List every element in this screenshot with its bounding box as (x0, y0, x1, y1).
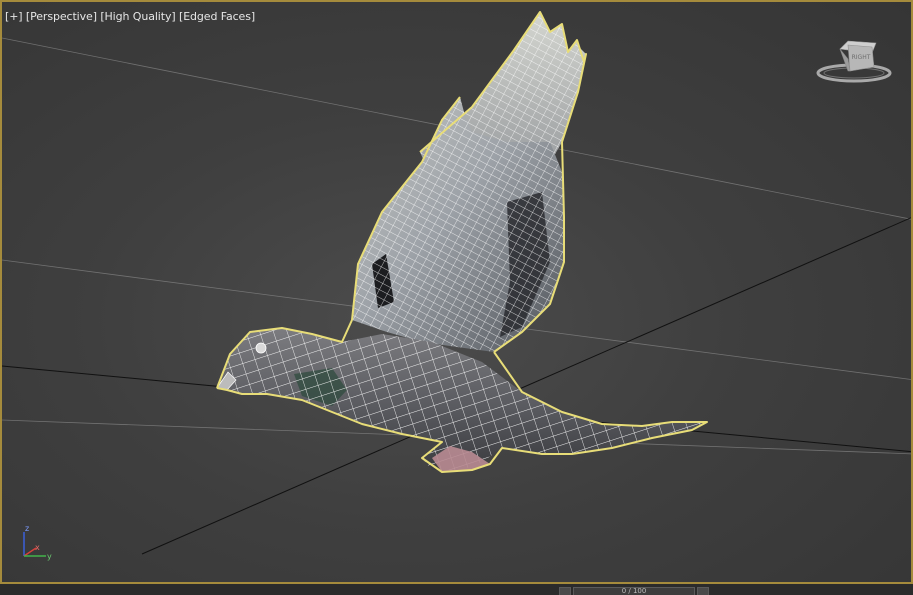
time-slider-bar: 0 / 100 (0, 584, 913, 595)
viewport-shading-menu[interactable]: [High Quality] (100, 10, 175, 23)
y-axis-label: y (47, 552, 52, 561)
viewport-display-mode-menu[interactable]: [Edged Faces] (179, 10, 255, 23)
viewcube-face-label: RIGHT (852, 54, 871, 61)
x-axis-label: x (35, 543, 40, 552)
viewcube[interactable]: RIGHT (814, 37, 898, 89)
viewport-label-menu: [+] [Perspective] [High Quality] [Edged … (5, 10, 255, 23)
z-axis-label: z (25, 524, 29, 533)
viewport-general-menu[interactable]: [+] (5, 10, 23, 23)
perspective-viewport[interactable]: [+] [Perspective] [High Quality] [Edged … (0, 0, 913, 584)
axis-tripod: z x y (23, 524, 52, 561)
viewport-point-of-view-menu[interactable]: [Perspective] (26, 10, 97, 23)
pigeon-mesh[interactable] (216, 11, 708, 473)
scene-canvas[interactable] (2, 2, 913, 584)
